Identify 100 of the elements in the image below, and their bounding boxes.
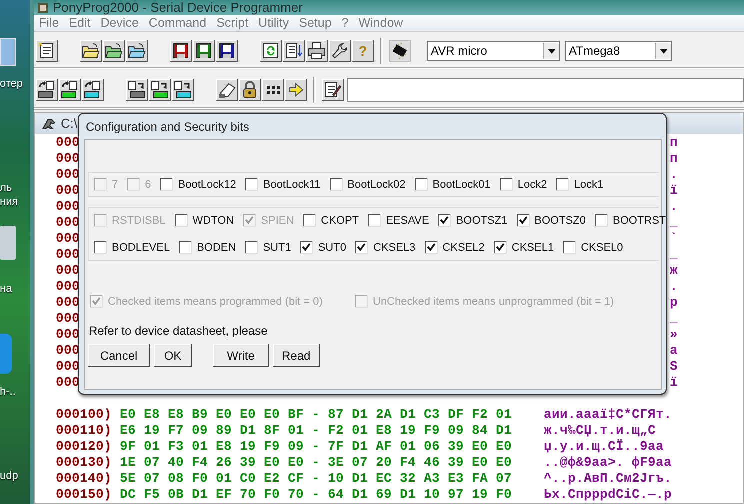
eraser-icon bbox=[218, 81, 236, 99]
folder-icon bbox=[128, 42, 146, 60]
fuse-checkbox[interactable]: BootLock12 bbox=[160, 178, 236, 191]
ascii-text: . bbox=[670, 167, 678, 183]
fuse-checkbox[interactable]: Lock1 bbox=[556, 178, 604, 191]
dialog-button[interactable]: Write bbox=[213, 344, 269, 367]
ascii-text: ..@ф&9аа>. фF9аа bbox=[544, 455, 672, 471]
window-title: PonyProg2000 - Serial Device Programmer bbox=[53, 0, 303, 15]
fuse-checkbox[interactable]: BODEN bbox=[179, 241, 236, 254]
menu-item[interactable]: Window bbox=[354, 16, 408, 30]
ascii-text: џ.у.и.щ.СЇ..9аа bbox=[544, 439, 664, 455]
desktop-icon-label[interactable]: h-.. bbox=[0, 386, 16, 398]
desktop-icon-label[interactable]: udp bbox=[0, 470, 18, 482]
desktop-icon-label[interactable]: ния bbox=[0, 196, 18, 208]
dialog-title: Configuration and Security bits bbox=[85, 118, 250, 136]
reload-button[interactable] bbox=[260, 40, 282, 62]
save-data-button[interactable] bbox=[216, 40, 238, 62]
program-button[interactable] bbox=[285, 79, 307, 101]
fuse-checkbox[interactable]: BOOTSZ1 bbox=[438, 214, 508, 227]
device-dropdown[interactable]: ATmega8 bbox=[565, 41, 672, 61]
fuse-checkbox[interactable]: WDTON bbox=[174, 214, 234, 227]
menu-item[interactable]: Setup bbox=[294, 16, 337, 30]
open-data-button[interactable] bbox=[126, 40, 148, 62]
fuse-checkbox[interactable]: CKSEL0 bbox=[563, 241, 624, 254]
sort-button[interactable] bbox=[283, 40, 305, 62]
ascii-text: ` bbox=[670, 231, 678, 247]
checkmark-icon bbox=[302, 243, 312, 252]
dialog-button[interactable]: OK bbox=[154, 344, 192, 367]
ascii-text: _ bbox=[670, 311, 678, 327]
wrench-icon bbox=[331, 42, 349, 60]
checkmark-icon bbox=[245, 216, 254, 225]
fuse-checkbox[interactable]: EESAVE bbox=[368, 214, 430, 227]
write-program-button[interactable] bbox=[149, 79, 171, 101]
open-button[interactable] bbox=[80, 40, 102, 62]
checkmark-icon bbox=[518, 216, 528, 225]
ascii-text: _ bbox=[670, 215, 678, 231]
ascii-text: » bbox=[670, 327, 678, 343]
document-chip-icon bbox=[128, 81, 146, 99]
ascii-text: ж bbox=[670, 263, 678, 279]
arrow-icon bbox=[287, 81, 305, 99]
fuse-checkbox[interactable]: BOOTSZ0 bbox=[516, 214, 586, 227]
menu-item[interactable]: File bbox=[34, 16, 64, 30]
chip-icon bbox=[391, 42, 409, 60]
app-icon bbox=[37, 2, 49, 14]
fuse-checkbox[interactable]: BOOTRST bbox=[594, 214, 666, 227]
text-field[interactable] bbox=[347, 78, 744, 102]
ascii-text: ї bbox=[670, 375, 678, 391]
menu-item[interactable]: Script bbox=[212, 16, 254, 30]
document-chip-icon bbox=[174, 81, 192, 99]
setup-button[interactable] bbox=[329, 40, 351, 62]
desktop-icon-label[interactable]: отер bbox=[0, 78, 24, 90]
chip-document-icon bbox=[84, 81, 102, 99]
padlock-icon bbox=[241, 81, 259, 99]
address-text: 000140) bbox=[56, 471, 114, 487]
fuse-checkbox[interactable]: BootLock02 bbox=[330, 178, 406, 191]
fuse-checkbox[interactable]: BootLock01 bbox=[414, 178, 491, 191]
ascii-text: Ьх.СпрррdСiС.—.р bbox=[544, 487, 672, 503]
chip-document-icon bbox=[61, 81, 79, 99]
edit-note-button[interactable] bbox=[322, 79, 344, 101]
desktop-icon-label[interactable]: ль bbox=[0, 182, 12, 194]
read-all-button[interactable] bbox=[36, 79, 58, 101]
erase-button[interactable] bbox=[216, 79, 238, 101]
print-button[interactable] bbox=[306, 40, 328, 62]
menu-item[interactable]: Command bbox=[144, 16, 212, 30]
fuse-checkbox[interactable]: CKSEL2 bbox=[424, 241, 485, 254]
write-data-button[interactable] bbox=[172, 79, 194, 101]
ascii-text: ж.ч‰СЏ.т.и.щ„С bbox=[544, 423, 656, 439]
menu-item[interactable]: ? bbox=[336, 16, 354, 30]
config-button[interactable] bbox=[262, 79, 284, 101]
desktop-icon-label[interactable]: на bbox=[0, 283, 12, 295]
checkmark-icon bbox=[496, 243, 505, 252]
child-window-title: C:\ bbox=[61, 116, 78, 131]
fuse-checkbox[interactable]: CKSEL3 bbox=[355, 241, 416, 254]
read-program-button[interactable] bbox=[59, 79, 81, 101]
checkmark-icon bbox=[92, 297, 101, 306]
dialog-button[interactable]: Cancel bbox=[88, 344, 150, 367]
menu-item[interactable]: Edit bbox=[64, 16, 96, 30]
menu-item[interactable]: Device bbox=[96, 16, 144, 30]
save-program-button[interactable] bbox=[193, 40, 215, 62]
dialog-button[interactable]: Read bbox=[273, 344, 320, 367]
device-button[interactable] bbox=[389, 40, 411, 62]
new-file-button[interactable] bbox=[36, 40, 58, 62]
fuse-checkbox[interactable]: Lock2 bbox=[500, 178, 548, 191]
open-program-button[interactable] bbox=[103, 40, 125, 62]
fuse-checkbox[interactable]: SUT1 bbox=[245, 241, 292, 254]
read-data-button[interactable] bbox=[82, 79, 104, 101]
menu-item[interactable]: Utility bbox=[254, 16, 294, 30]
fuse-checkbox[interactable]: BootLock11 bbox=[245, 178, 321, 191]
dropdown-arrow-icon bbox=[660, 48, 668, 54]
fuse-checkbox[interactable]: SUT0 bbox=[300, 241, 346, 254]
save-button[interactable] bbox=[170, 40, 192, 62]
fuse-checkbox[interactable]: CKSEL1 bbox=[494, 241, 554, 254]
fuse-checkbox[interactable]: BODLEVEL bbox=[94, 241, 170, 254]
ascii-text: п bbox=[670, 135, 678, 151]
ascii-text: S bbox=[670, 359, 678, 375]
device-family-dropdown[interactable]: AVR micro bbox=[427, 41, 560, 61]
fuse-checkbox[interactable]: CKOPT bbox=[303, 214, 360, 227]
write-all-button[interactable] bbox=[126, 79, 148, 101]
security-button[interactable] bbox=[239, 79, 261, 101]
address-text: 000100) bbox=[56, 407, 114, 423]
